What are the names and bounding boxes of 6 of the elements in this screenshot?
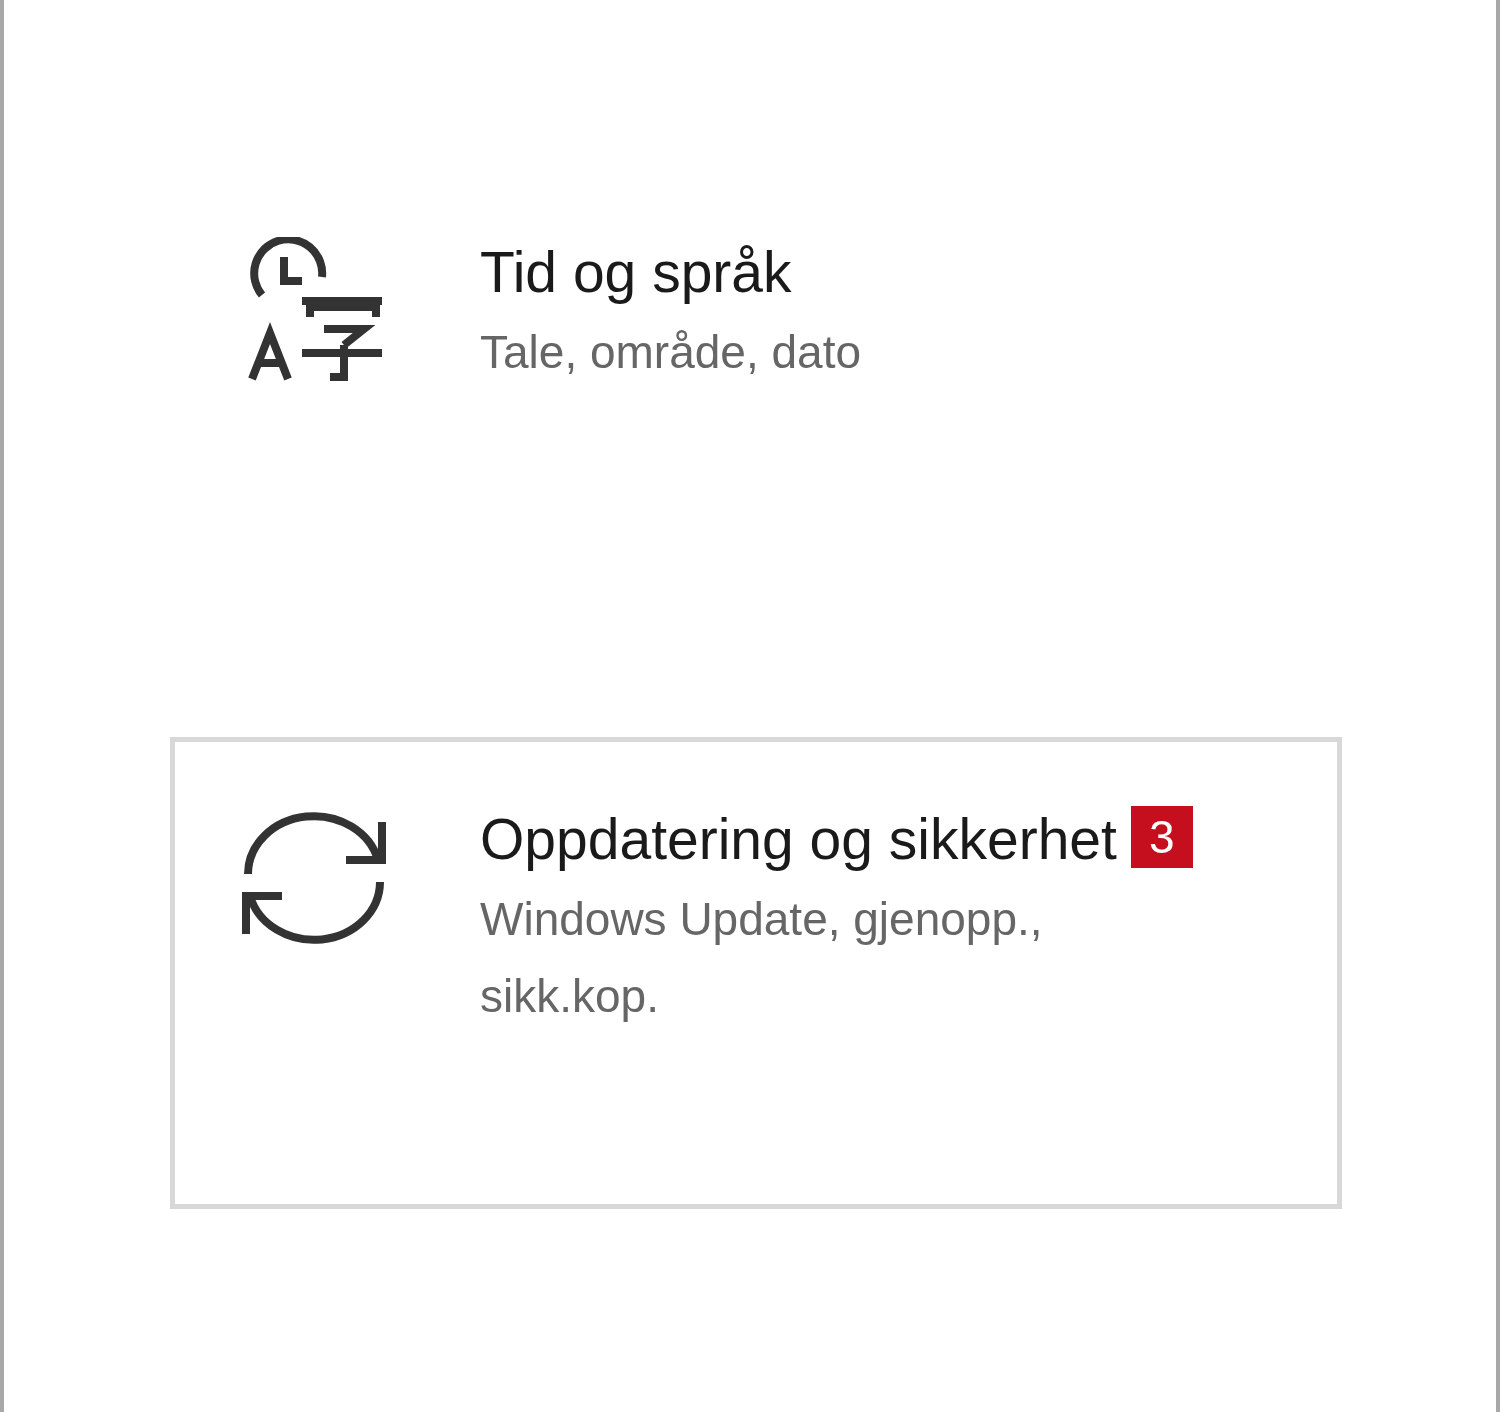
tile-title: Tid og språk [480, 240, 792, 304]
notification-badge: 3 [1130, 806, 1193, 868]
settings-tile[interactable]: Oppdatering og sikkerhet 3 Windows Update, gjenopp., sikk.kop. [170, 737, 1342, 1209]
tile-subtitle: Tale, område, dato [480, 325, 861, 381]
tile-title: Oppdatering og sikkerhet [480, 807, 1117, 871]
tile-subtitle: Windows Update, gjenopp., sikk.kop. [480, 892, 1044, 1025]
